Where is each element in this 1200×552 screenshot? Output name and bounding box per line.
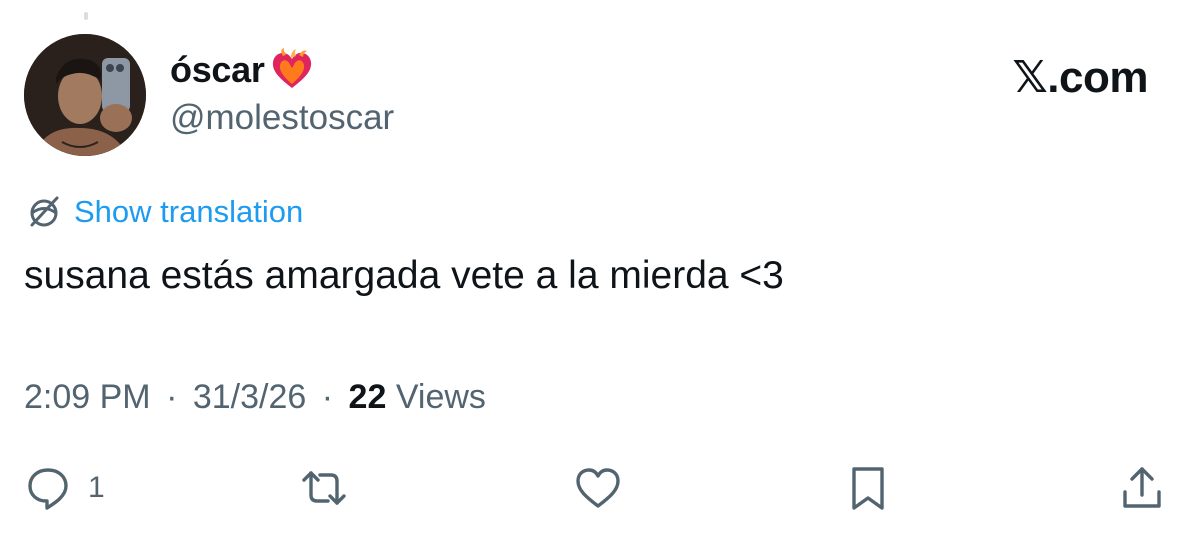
- heart-on-fire-icon: [272, 48, 311, 88]
- share-icon: [1123, 467, 1161, 508]
- user-handle[interactable]: @molestoscar: [170, 98, 394, 138]
- display-name[interactable]: óscar: [170, 49, 265, 91]
- share-button[interactable]: [1116, 462, 1168, 514]
- bookmark-icon: [852, 467, 884, 510]
- retweet-icon: [302, 471, 346, 505]
- views-count[interactable]: 22: [349, 378, 387, 416]
- reply-icon: [28, 468, 68, 510]
- reply-count: 1: [88, 471, 105, 504]
- action-bar: 1: [0, 462, 1200, 522]
- avatar-photo: [24, 34, 146, 156]
- tweet-text: susana estás amargada vete a la mierda <…: [24, 254, 784, 297]
- show-translation-link[interactable]: Show translation: [24, 192, 303, 232]
- translate-globe-icon: [30, 196, 59, 227]
- author-block: óscar @molestoscar: [170, 48, 394, 138]
- top-indicator: [84, 12, 88, 20]
- tweet-card: óscar @molestoscar 𝕏.com Show translatio…: [0, 0, 1200, 552]
- tweet-meta: 2:09 PM · 31/3/26 · 22 Views: [24, 378, 486, 417]
- retweet-button[interactable]: [298, 462, 350, 514]
- x-brand-logo: 𝕏.com: [1012, 53, 1148, 102]
- tweet-date[interactable]: 31/3/26: [193, 378, 306, 416]
- reply-button[interactable]: 1: [22, 462, 105, 514]
- views-label: Views: [395, 378, 486, 416]
- name-row: óscar: [170, 48, 394, 92]
- tweet-time[interactable]: 2:09 PM: [24, 378, 151, 416]
- meta-separator: ·: [321, 378, 334, 416]
- avatar[interactable]: [24, 34, 146, 156]
- bookmark-button[interactable]: [842, 462, 894, 514]
- like-button[interactable]: [572, 462, 624, 514]
- meta-separator: ·: [166, 378, 178, 416]
- heart-icon: [576, 468, 620, 508]
- show-translation-label: Show translation: [74, 194, 304, 229]
